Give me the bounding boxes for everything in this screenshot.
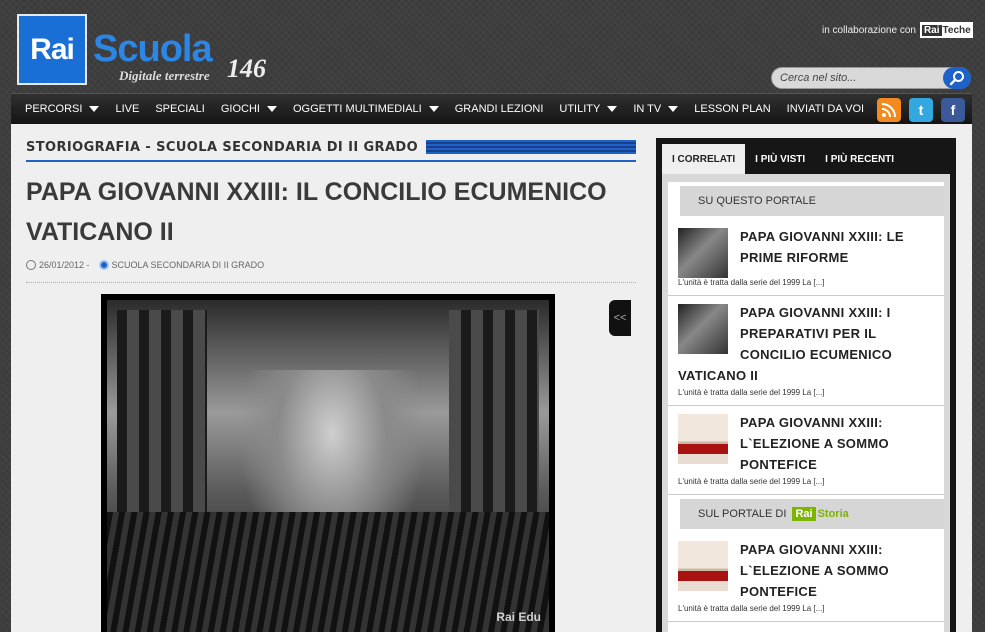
tab-piu-recenti[interactable]: I PIÙ RECENTI (815, 144, 904, 174)
nav-item-giochi[interactable]: GIOCHI (221, 94, 277, 124)
nav-item-label: GIOCHI (220, 103, 260, 115)
clock-icon (26, 260, 36, 270)
list-item[interactable]: PAPA GIOVANNI XXIII: LE PRIME RIFORME L'u… (668, 220, 944, 296)
rai-scuola-logo[interactable]: Rai Scuola Digitale terrestre 146 (17, 14, 277, 90)
nav-item-lesson-plan[interactable]: LESSON PLAN (694, 94, 770, 124)
nav-item-grandi-lezioni[interactable]: GRANDI LEZIONI (455, 94, 544, 124)
article-category[interactable]: SCUOLA SECONDARIA DI II GRADO (112, 260, 265, 270)
chevron-down-icon (668, 106, 679, 112)
tab-correlati[interactable]: I CORRELATI (662, 144, 746, 174)
nav-item-speciali[interactable]: SPECIALI (155, 94, 205, 124)
tab-panel: SU QUESTO PORTALE PAPA GIOVANNI XXIII: L… (662, 174, 950, 632)
rai-edu-watermark: Rai Edu (496, 610, 541, 624)
collab-text: in collaborazione con (822, 24, 916, 36)
social-links: t f (877, 98, 965, 122)
section-this-portal: SU QUESTO PORTALE (680, 186, 944, 216)
nav-item-label: GRANDI LEZIONI (454, 103, 544, 115)
section-rai-storia: SUL PORTALE DI Rai Storia (680, 499, 944, 529)
thumbnail[interactable] (678, 304, 728, 354)
thumbnail[interactable] (678, 414, 728, 464)
item-description: L'unità è tratta dalla serie del 1999 La… (678, 604, 825, 613)
nav-item-label: IN TV (633, 103, 662, 115)
chevron-down-icon (266, 106, 277, 112)
breadcrumb-text[interactable]: STORIOGRAFIA - SCUOLA SECONDARIA DI II G… (26, 140, 427, 155)
chevron-down-icon (89, 106, 100, 112)
divider (26, 282, 636, 283)
list-item[interactable]: PAPA GIOVANNI XXIII: L`ELEZIONE A SOMMO … (668, 533, 944, 622)
nav-item-label: LIVE (115, 103, 140, 115)
sidebar-tabs: I CORRELATI I PIÙ VISTI I PIÙ RECENTI (662, 144, 904, 174)
video-frame (107, 300, 549, 632)
logo-scuola: Scuola (93, 28, 213, 70)
section-rai-storia-title: SUL PORTALE DI (698, 508, 787, 520)
item-description: L'unità è tratta dalla serie del 1999 La… (678, 388, 825, 397)
rai-storia-logo[interactable]: Rai Storia (792, 507, 849, 521)
breadcrumb-stripes (412, 140, 636, 154)
rss-icon[interactable] (877, 98, 901, 122)
search-input[interactable] (780, 70, 940, 86)
facebook-icon[interactable]: f (941, 98, 965, 122)
main-nav: PERCORSI LIVE SPECIALI GIOCHI OGGETTI MULTIM… (11, 93, 972, 124)
related-list: SU QUESTO PORTALE PAPA GIOVANNI XXIII: L… (668, 182, 944, 632)
logo-channel: 146 (227, 54, 266, 83)
logo-rai: Rai (17, 14, 87, 85)
rai-teche-logo-rai: Rai (921, 24, 942, 36)
nav-item-utility[interactable]: UTILITY (559, 94, 618, 124)
rai-teche-logo[interactable]: Rai Teche (919, 22, 973, 38)
thumbnail[interactable] (678, 228, 728, 278)
main-content: STORIOGRAFIA - SCUOLA SECONDARIA DI II G… (11, 124, 972, 632)
tab-piu-visti[interactable]: I PIÙ VISTI (745, 144, 815, 174)
chevron-down-icon (428, 106, 439, 112)
logo-tagline: Digitale terrestre (119, 68, 210, 83)
nav-item-label: SPECIALI (155, 103, 205, 115)
page-title: PAPA GIOVANNI XXIII: IL CONCILIO ECUMENI… (26, 178, 607, 246)
video-pews (107, 512, 549, 632)
search-icon (949, 71, 964, 86)
list-item[interactable]: PAPA GIOVANNI XXIII: I PREPARATIVI PER I… (668, 296, 944, 406)
nav-item-in-tv[interactable]: IN TV (633, 94, 679, 124)
nav-item-label: UTILITY (559, 103, 601, 115)
collapse-toggle-button[interactable]: << (609, 300, 631, 336)
nav-item-label: LESSON PLAN (694, 103, 771, 115)
item-description: L'unità è tratta dalla serie del 1999 La… (678, 278, 825, 287)
nav-item-inviati-da-voi[interactable]: INVIATI DA VOI (787, 94, 864, 124)
nav-item-percorsi[interactable]: PERCORSI (25, 94, 100, 124)
rai-storia-logo-name: Storia (817, 508, 849, 520)
section-this-portal-title: SU QUESTO PORTALE (698, 195, 816, 207)
search-box (771, 67, 971, 89)
nav-item-label: PERCORSI (25, 103, 83, 115)
article-date: 26/01/2012 - (39, 260, 90, 270)
nav-item-live[interactable]: LIVE (115, 94, 139, 124)
chevron-down-icon (607, 106, 618, 112)
category-icon (98, 260, 109, 270)
thumbnail[interactable] (678, 541, 728, 591)
nav-item-label: OGGETTI MULTIMEDIALI (292, 103, 422, 115)
list-item[interactable]: PAPA GIOVANNI XXIII: L`ELEZIONE A SOMMO … (668, 406, 944, 495)
breadcrumb: STORIOGRAFIA - SCUOLA SECONDARIA DI II G… (26, 138, 636, 162)
rai-storia-logo-rai: Rai (792, 507, 816, 521)
nav-item-oggetti-multimediali[interactable]: OGGETTI MULTIMEDIALI (293, 94, 439, 124)
rai-teche-logo-name: Teche (942, 24, 971, 36)
nav-item-label: INVIATI DA VOI (786, 103, 865, 115)
collaboration-note: in collaborazione con Rai Teche (822, 22, 973, 38)
video-player[interactable]: Rai Edu (101, 294, 555, 632)
item-description: L'unità è tratta dalla serie del 1999 La… (678, 477, 825, 486)
sidebar: I CORRELATI I PIÙ VISTI I PIÙ RECENTI SU… (656, 138, 956, 632)
search-button[interactable] (943, 67, 971, 89)
article-meta: 26/01/2012 - SCUOLA SECONDARIA DI II GRA… (26, 260, 264, 270)
twitter-icon[interactable]: t (909, 98, 933, 122)
